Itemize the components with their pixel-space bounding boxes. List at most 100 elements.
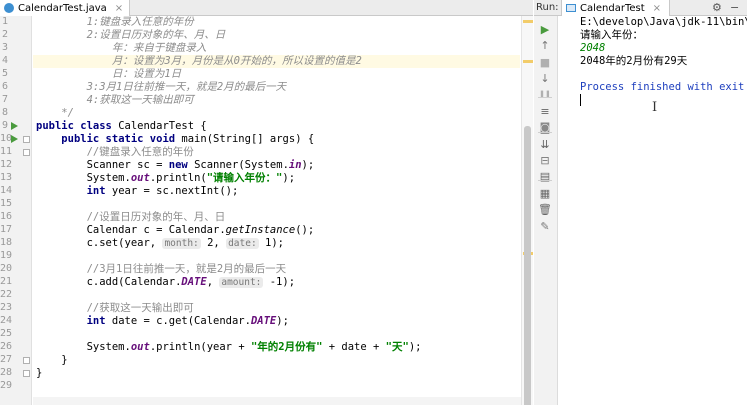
code-area[interactable]: 1:键盘录入任意的年份 2:设置日历对象的年、月、日 年：来自于键盘录入 月：设… bbox=[36, 16, 520, 405]
code-line[interactable]: } bbox=[36, 354, 67, 367]
stop-icon[interactable]: ■ bbox=[538, 55, 552, 69]
code-line[interactable]: //3月1日往前推一天，就是2月的最后一天 bbox=[36, 263, 287, 276]
minimize-icon[interactable]: − bbox=[730, 1, 739, 14]
toolbar-separator bbox=[538, 97, 552, 98]
editor-scroll-thumb[interactable] bbox=[524, 126, 531, 405]
warning-marker[interactable] bbox=[523, 60, 533, 63]
code-line[interactable]: int date = c.get(Calendar.DATE); bbox=[36, 315, 289, 328]
line-number: 22 bbox=[0, 289, 13, 300]
code-token: 4:获取这一天输出即可 bbox=[86, 94, 194, 106]
gear-icon[interactable]: ⚙ bbox=[712, 1, 722, 14]
code-token: out bbox=[130, 172, 150, 184]
line-number: 11 bbox=[0, 146, 13, 157]
line-number: 4 bbox=[1, 55, 8, 66]
code-line[interactable]: 1:键盘录入任意的年份 bbox=[36, 16, 194, 29]
code-line[interactable]: //设置日历对象的年、月、日 bbox=[36, 211, 226, 224]
code-token: main(String[] args) { bbox=[181, 133, 315, 145]
code-line[interactable]: public static void main(String[] args) { bbox=[36, 133, 314, 146]
fold-icon[interactable] bbox=[23, 149, 30, 156]
line-number: 6 bbox=[1, 81, 8, 92]
code-token: Calendar c = Calendar. bbox=[86, 224, 226, 236]
console-output[interactable]: I E:\develop\Java\jdk-11\bin\ 请输入年份： 2048 2… bbox=[558, 16, 747, 405]
code-token: ); bbox=[276, 315, 289, 327]
close-run-tab-icon[interactable]: × bbox=[653, 3, 661, 14]
line-number: 7 bbox=[1, 94, 8, 105]
editor-vertical-scrollbar[interactable] bbox=[521, 16, 533, 405]
code-token: int bbox=[86, 185, 112, 197]
down-arrow-icon[interactable]: ↓ bbox=[538, 71, 552, 85]
code-token: 2, bbox=[200, 237, 227, 249]
scroll-to-end-icon[interactable]: ⇊ bbox=[538, 137, 552, 151]
run-tool-window: Run: CalendarTest × ⚙ − ▶ ↑ ■ ↓ ❚❚ ≡ ◙ ⇊ ⊟ ▤ ▦ 🗑 ✎ I… bbox=[534, 0, 747, 405]
code-line[interactable]: 年：来自于键盘录入 bbox=[36, 42, 207, 55]
editor-tab-calendartest[interactable]: CalendarTest.java × bbox=[0, 0, 131, 16]
line-number: 25 bbox=[0, 328, 13, 339]
code-line[interactable]: 日：设置为1日 bbox=[36, 68, 181, 81]
code-token: Scanner sc = bbox=[86, 159, 169, 171]
code-line[interactable]: 4:获取这一天输出即可 bbox=[36, 94, 194, 107]
code-token: .println(year + bbox=[149, 341, 251, 353]
line-number: 18 bbox=[0, 237, 13, 248]
code-line[interactable]: 2:设置日历对象的年、月、日 bbox=[36, 29, 226, 42]
code-token: , bbox=[206, 276, 220, 288]
line-number: 3 bbox=[1, 42, 8, 53]
close-tab-icon[interactable]: × bbox=[115, 3, 123, 14]
code-line[interactable]: 3:3月1日往前推一天，就是2月的最后一天 bbox=[36, 81, 287, 94]
code-line[interactable]: public class CalendarTest { bbox=[36, 120, 207, 133]
editor-horizontal-scrollbar[interactable] bbox=[33, 397, 521, 405]
code-line[interactable]: int year = sc.nextInt(); bbox=[36, 185, 239, 198]
code-line[interactable]: System.out.println(year + "年的2月份有" + dat… bbox=[36, 341, 422, 354]
fold-icon[interactable] bbox=[23, 370, 30, 377]
line-number: 10 bbox=[0, 133, 13, 144]
code-line[interactable]: Scanner sc = new Scanner(System.in); bbox=[36, 159, 315, 172]
run-header: Run: CalendarTest × ⚙ − bbox=[534, 0, 747, 16]
trash-icon[interactable]: 🗑 bbox=[538, 202, 552, 216]
console-line: 2048年的2月份有29天 bbox=[580, 55, 688, 67]
layout-icon[interactable]: ▦ bbox=[538, 186, 552, 200]
toolbar-separator bbox=[538, 132, 552, 133]
code-token: //设置日历对象的年、月、日 bbox=[86, 211, 226, 223]
code-token: 日：设置为1日 bbox=[111, 68, 182, 80]
warning-marker[interactable] bbox=[523, 20, 533, 23]
rerun-icon[interactable]: ▶ bbox=[538, 22, 552, 36]
console-line: Process finished with exit bbox=[580, 81, 745, 93]
code-line[interactable]: //获取这一天输出即可 bbox=[36, 302, 194, 315]
run-tab-calendartest[interactable]: CalendarTest × bbox=[561, 0, 671, 16]
run-gutter-icon[interactable] bbox=[11, 122, 18, 130]
fold-icon[interactable] bbox=[23, 357, 30, 364]
code-line[interactable]: c.set(year, month: 2, date: 1); bbox=[36, 237, 284, 250]
run-gutter-icon[interactable] bbox=[11, 135, 18, 143]
code-line[interactable]: */ bbox=[36, 107, 74, 120]
line-number-gutter[interactable]: 1 2 3 4 5 6 7 8 9 10 11 12 13 14 15 16 17 18 19 20 21 22 23 24 2… bbox=[0, 16, 32, 405]
code-line[interactable]: //键盘录入任意的年份 bbox=[36, 146, 194, 159]
code-token: c.add(Calendar. bbox=[86, 276, 182, 288]
parameter-hint: amount: bbox=[219, 277, 264, 288]
pin-icon[interactable]: ✎ bbox=[538, 219, 552, 233]
code-line[interactable]: 月：设置为3月，月份是从0开始的，所以设置的值是2 bbox=[36, 55, 362, 68]
code-token: //键盘录入任意的年份 bbox=[86, 146, 194, 158]
up-arrow-icon[interactable]: ↑ bbox=[538, 38, 552, 52]
line-number: 1 bbox=[1, 16, 8, 27]
line-number: 21 bbox=[0, 276, 13, 287]
pause-icon[interactable]: ❚❚ bbox=[538, 87, 552, 101]
code-token: getInstance bbox=[225, 224, 296, 236]
restore-layout-icon[interactable]: ⊟ bbox=[538, 153, 552, 167]
code-line[interactable]: System.out.println("请输入年份："); bbox=[36, 172, 295, 185]
text-caret bbox=[580, 94, 581, 106]
code-token: + date + bbox=[322, 341, 386, 353]
application-icon bbox=[566, 4, 576, 12]
fold-icon[interactable] bbox=[23, 136, 30, 143]
code-editor[interactable]: CalendarTest.java × 1 2 3 4 5 6 7 8 9 10 11 12 13 14 1… bbox=[0, 0, 533, 405]
soft-wrap-icon[interactable]: ≡ bbox=[538, 104, 552, 118]
code-token: 月：设置为3月，月份是从0开始的，所以设置的值是2 bbox=[111, 55, 362, 67]
code-line[interactable]: Calendar c = Calendar.getInstance(); bbox=[36, 224, 315, 237]
code-line[interactable]: } bbox=[36, 367, 42, 380]
code-line[interactable]: c.add(Calendar.DATE, amount: -1); bbox=[36, 276, 295, 289]
